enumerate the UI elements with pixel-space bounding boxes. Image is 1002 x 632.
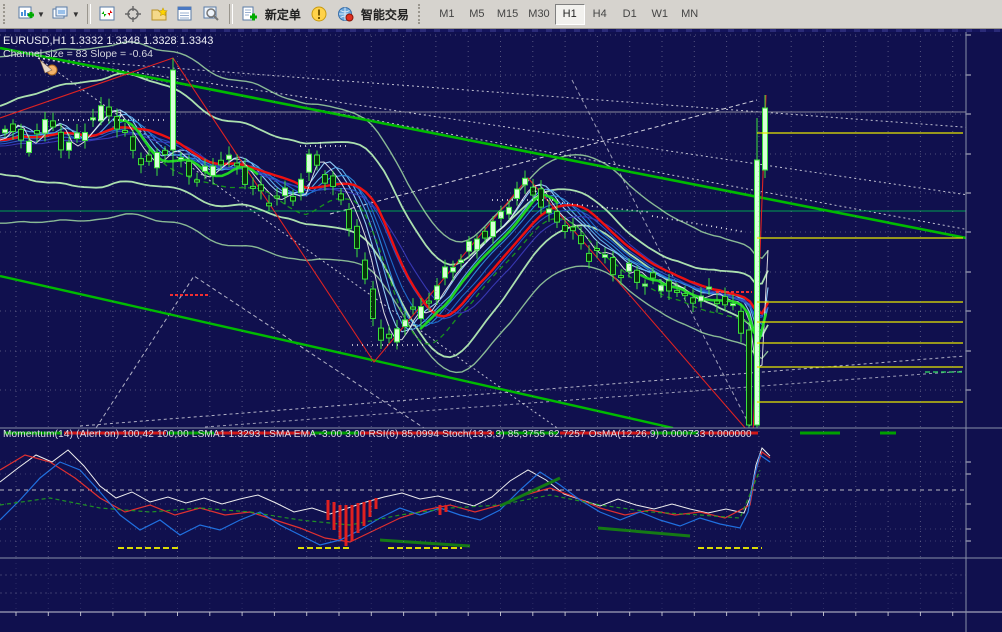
- data-window-icon: [177, 6, 194, 22]
- timeframe-h1[interactable]: H1: [555, 4, 585, 25]
- expert-advisor-label[interactable]: 智能交易: [361, 6, 409, 23]
- toolbar-separator: [87, 4, 91, 24]
- indicator-label: Momentum(14) (Alert on) 100,42 100,00 LS…: [3, 429, 752, 440]
- new-order-label[interactable]: 新定单: [265, 6, 301, 23]
- toolbar-separator: [229, 4, 233, 24]
- new-order-icon: [241, 6, 259, 22]
- timeframe-h4[interactable]: H4: [585, 4, 615, 25]
- symbols-icon: [99, 6, 116, 22]
- symbol-info: EURUSD,H1 1.3332 1.3348 1.3328 1.3343: [3, 35, 213, 47]
- channel-info: Channel size = 83 Slope = -0.64: [3, 48, 153, 60]
- favorites-button[interactable]: [148, 3, 172, 25]
- new-chart-icon: [18, 6, 35, 22]
- timeframe-m15[interactable]: M15: [492, 4, 523, 25]
- crosshair-button[interactable]: [122, 3, 146, 25]
- alert-button[interactable]: [308, 3, 332, 25]
- new-chart-dropdown[interactable]: ▼: [37, 10, 45, 19]
- timeframe-w1[interactable]: W1: [645, 4, 675, 25]
- favorites-icon: [151, 6, 169, 22]
- profiles-dropdown[interactable]: ▼: [72, 10, 80, 19]
- data-window-button[interactable]: [174, 3, 198, 25]
- symbols-button[interactable]: [96, 3, 120, 25]
- toolbar-grip[interactable]: [3, 4, 10, 24]
- expert-advisor-icon: [337, 6, 355, 22]
- chart-canvas[interactable]: ↓ ↓ ↓: [0, 0, 1002, 632]
- find-symbol-button[interactable]: [200, 3, 224, 25]
- svg-text:↓: ↓: [118, 107, 124, 119]
- expert-advisor-button[interactable]: [334, 3, 358, 25]
- svg-text:↓: ↓: [533, 183, 539, 195]
- mt4-window: ▼ ▼ 新定单 智能交易 M1M5M15M: [0, 0, 1002, 632]
- new-chart-button[interactable]: [14, 3, 38, 25]
- new-order-button[interactable]: [238, 3, 262, 25]
- svg-text:↓: ↓: [318, 139, 324, 151]
- timeframe-mn[interactable]: MN: [675, 4, 705, 25]
- alert-icon: [311, 6, 328, 22]
- magnifier-icon: [203, 6, 220, 22]
- timeframe-d1[interactable]: D1: [615, 4, 645, 25]
- profiles-button[interactable]: [49, 3, 73, 25]
- crosshair-icon: [125, 6, 142, 22]
- toolbar: ▼ ▼ 新定单 智能交易 M1M5M15M: [0, 0, 1002, 29]
- profiles-icon: [52, 6, 69, 22]
- timeframe-m1[interactable]: M1: [432, 4, 462, 25]
- timeframe-m30[interactable]: M30: [523, 4, 554, 25]
- toolbar-grip[interactable]: [418, 4, 425, 24]
- timeframe-m5[interactable]: M5: [462, 4, 492, 25]
- timeframe-bar: M1M5M15M30H1H4D1W1MN: [432, 4, 705, 25]
